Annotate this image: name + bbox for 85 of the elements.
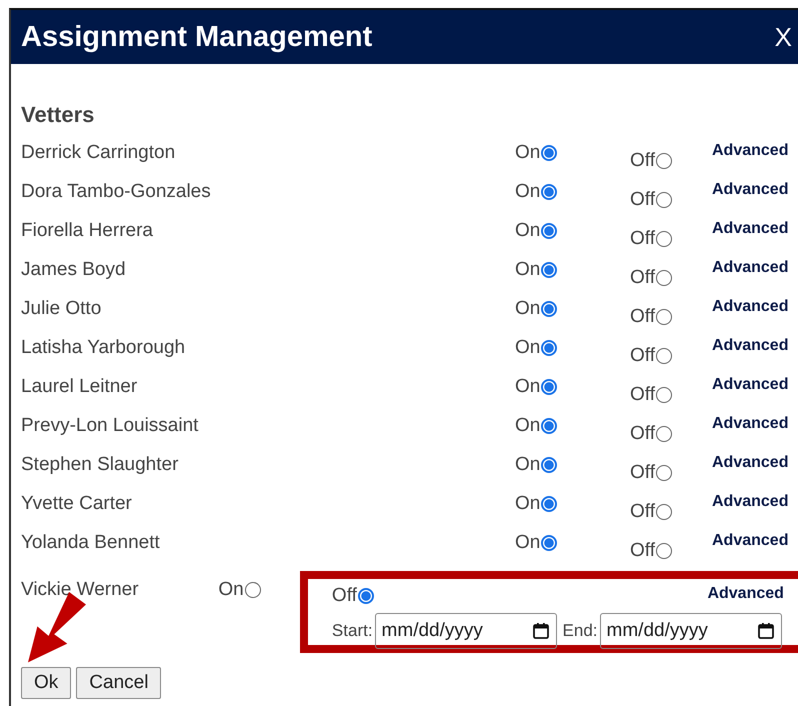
vetter-name: Stephen Slaughter bbox=[21, 454, 180, 476]
off-label: Off bbox=[630, 267, 655, 289]
off-label: Off bbox=[630, 384, 655, 406]
off-radio[interactable] bbox=[656, 153, 672, 169]
start-date-field[interactable]: mm/dd/yyyy bbox=[374, 613, 557, 649]
on-radio[interactable] bbox=[541, 496, 558, 512]
on-radio[interactable] bbox=[541, 340, 558, 356]
on-radio[interactable] bbox=[541, 145, 558, 161]
on-label: On bbox=[218, 579, 244, 601]
on-label: On bbox=[515, 415, 540, 437]
off-label: Off bbox=[630, 423, 655, 445]
off-radio[interactable] bbox=[656, 465, 672, 481]
dialog-title: Assignment Management bbox=[21, 20, 372, 54]
off-radio[interactable] bbox=[656, 192, 672, 208]
on-label: On bbox=[515, 298, 540, 320]
advanced-link[interactable]: Advanced bbox=[712, 532, 798, 550]
on-radio[interactable] bbox=[541, 379, 558, 395]
on-label: On bbox=[515, 259, 540, 281]
vetter-name: Vickie Werner bbox=[21, 578, 140, 601]
vetter-name: Dora Tambo-Gonzales bbox=[21, 181, 212, 203]
advanced-link[interactable]: Advanced bbox=[712, 454, 798, 472]
section-heading: Vetters bbox=[21, 102, 96, 128]
end-date-field[interactable]: mm/dd/yyyy bbox=[600, 613, 782, 649]
on-radio[interactable] bbox=[541, 301, 558, 317]
off-label: Off bbox=[630, 462, 655, 484]
on-label: On bbox=[515, 181, 540, 203]
advanced-link[interactable]: Advanced bbox=[712, 337, 798, 355]
end-date-input[interactable]: mm/dd/yyyy bbox=[606, 620, 747, 642]
advanced-link[interactable]: Advanced bbox=[712, 298, 798, 316]
on-radio[interactable] bbox=[541, 535, 558, 551]
advanced-link[interactable]: Advanced bbox=[712, 181, 798, 199]
off-radio[interactable] bbox=[656, 348, 672, 364]
off-label: Off bbox=[332, 585, 357, 607]
advanced-link[interactable]: Advanced bbox=[712, 415, 798, 433]
start-date-input[interactable]: mm/dd/yyyy bbox=[382, 620, 522, 642]
off-radio[interactable] bbox=[656, 543, 672, 559]
on-label: On bbox=[515, 376, 540, 398]
on-radio[interactable] bbox=[541, 184, 558, 200]
vetter-name: Derrick Carrington bbox=[21, 142, 176, 164]
off-label: Off bbox=[630, 345, 655, 367]
advanced-link[interactable]: Advanced bbox=[712, 376, 798, 394]
off-label: Off bbox=[630, 306, 655, 328]
off-label: Off bbox=[630, 501, 655, 523]
off-radio[interactable] bbox=[656, 426, 672, 442]
start-label: Start: bbox=[332, 621, 373, 641]
on-label: On bbox=[515, 532, 540, 554]
cancel-button[interactable]: Cancel bbox=[76, 667, 162, 699]
advanced-link[interactable]: Advanced bbox=[712, 493, 798, 511]
off-label: Off bbox=[630, 228, 655, 250]
on-label: On bbox=[515, 220, 540, 242]
on-radio[interactable] bbox=[541, 262, 558, 278]
vetter-name: Prevy-Lon Louissaint bbox=[21, 415, 200, 437]
on-radio[interactable] bbox=[541, 418, 558, 434]
on-radio[interactable] bbox=[541, 457, 558, 473]
vetter-name: Laurel Leitner bbox=[21, 376, 138, 398]
off-radio[interactable] bbox=[358, 588, 374, 604]
ok-button[interactable]: Ok bbox=[21, 667, 72, 699]
off-radio[interactable] bbox=[656, 270, 672, 286]
vetter-name: Yolanda Bennett bbox=[21, 532, 161, 554]
off-label: Off bbox=[630, 189, 655, 211]
advanced-link[interactable]: Advanced bbox=[712, 142, 798, 160]
on-label: On bbox=[515, 142, 540, 164]
off-label: Off bbox=[630, 540, 655, 562]
vetter-name: James Boyd bbox=[21, 259, 127, 281]
on-radio[interactable] bbox=[541, 223, 558, 239]
end-label: End: bbox=[562, 621, 598, 641]
off-radio[interactable] bbox=[656, 387, 672, 403]
vetter-name: Julie Otto bbox=[21, 298, 102, 320]
vetter-name: Yvette Carter bbox=[21, 493, 133, 515]
on-radio[interactable] bbox=[244, 582, 261, 598]
vetter-name: Latisha Yarborough bbox=[21, 337, 186, 359]
close-button[interactable]: X bbox=[774, 22, 792, 52]
calendar-icon[interactable] bbox=[532, 622, 550, 640]
advanced-link[interactable]: Advanced bbox=[707, 585, 784, 607]
on-label: On bbox=[515, 493, 540, 515]
on-label: On bbox=[515, 337, 540, 359]
off-radio[interactable] bbox=[656, 504, 672, 520]
advanced-link[interactable]: Advanced bbox=[712, 259, 798, 277]
off-radio[interactable] bbox=[656, 309, 672, 325]
on-label: On bbox=[515, 454, 540, 476]
off-radio[interactable] bbox=[656, 231, 672, 247]
calendar-icon[interactable] bbox=[756, 622, 775, 640]
off-label: Off bbox=[630, 150, 655, 172]
advanced-link[interactable]: Advanced bbox=[712, 220, 798, 238]
vetter-name: Fiorella Herrera bbox=[21, 220, 154, 242]
